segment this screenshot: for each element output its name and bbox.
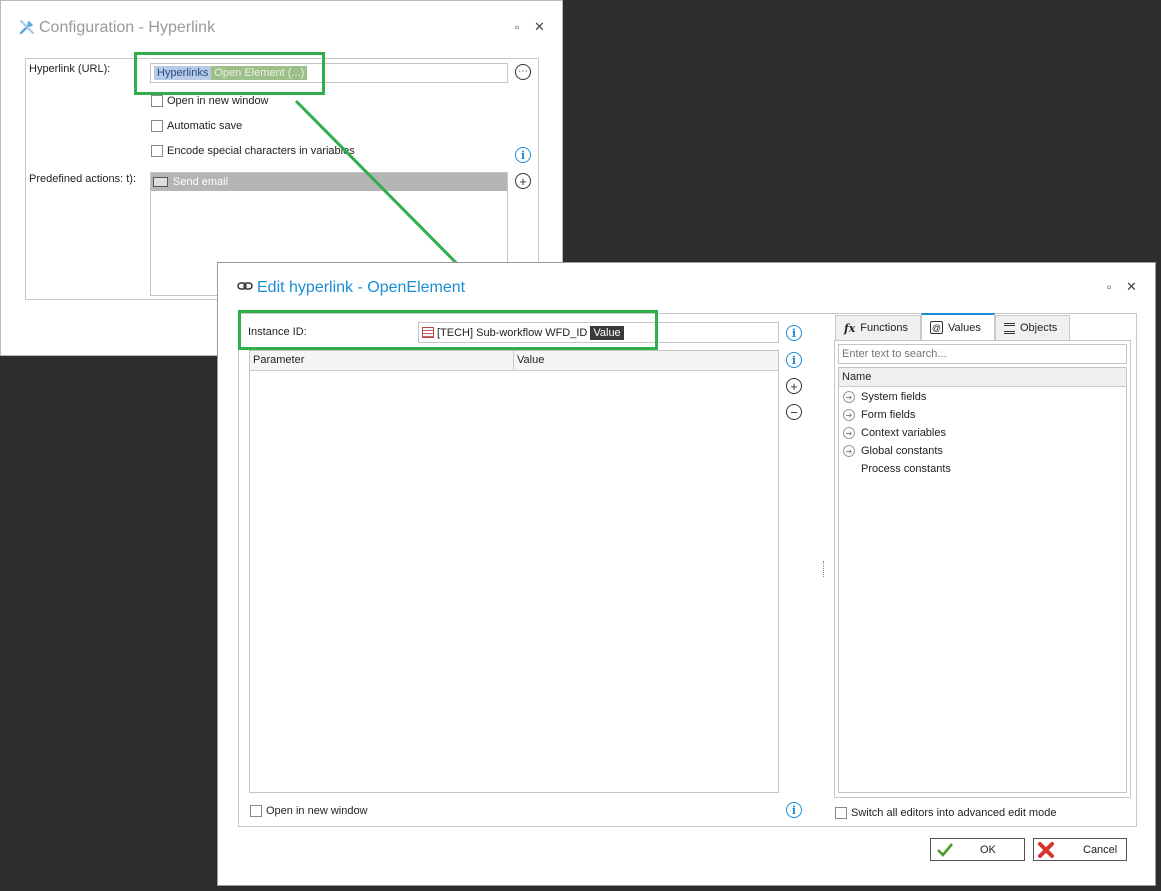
checkmark-icon bbox=[937, 842, 954, 857]
grid-column-parameter[interactable]: Parameter bbox=[250, 351, 514, 370]
close-button[interactable]: ✕ bbox=[1126, 279, 1137, 295]
cancel-label: Cancel bbox=[1083, 843, 1118, 856]
tab-objects-label: Objects bbox=[1020, 322, 1058, 334]
cancel-button[interactable]: Cancel bbox=[1033, 838, 1127, 861]
tab-objects[interactable]: Objects bbox=[995, 315, 1070, 340]
expand-icon[interactable]: ➔ bbox=[843, 427, 855, 439]
tree-item-label: System fields bbox=[861, 391, 927, 403]
tree-item-global-constants[interactable]: ➔ Global constants bbox=[843, 445, 943, 457]
highlight-box bbox=[238, 310, 658, 350]
tree-item-process-constants[interactable]: Process constants bbox=[843, 463, 951, 475]
grid-header: Parameter Value bbox=[250, 351, 778, 371]
edit-title: Edit hyperlink - OpenElement bbox=[257, 279, 466, 296]
add-parameter-icon[interactable]: + bbox=[786, 378, 802, 394]
tree-item-label: Form fields bbox=[861, 409, 916, 421]
values-tree[interactable]: Name ➔ System fields ➔ Form fields ➔ Con… bbox=[838, 367, 1127, 793]
tab-values-label: Values bbox=[948, 321, 981, 334]
grid-column-value[interactable]: Value bbox=[514, 351, 547, 370]
maximize-button[interactable]: ▫ bbox=[1107, 280, 1111, 294]
edit-titlebar: Edit hyperlink - OpenElement ▫ ✕ bbox=[218, 263, 1155, 307]
ok-label: OK bbox=[980, 843, 996, 856]
cancel-icon bbox=[1038, 841, 1054, 858]
tree-item-form-fields[interactable]: ➔ Form fields bbox=[843, 409, 915, 421]
function-icon: fx bbox=[844, 321, 856, 335]
tab-functions[interactable]: fx Functions bbox=[835, 315, 921, 340]
remove-parameter-icon[interactable]: − bbox=[786, 404, 802, 420]
tab-functions-label: Functions bbox=[860, 322, 908, 334]
expand-icon[interactable]: ➔ bbox=[843, 409, 855, 421]
tree-item-label: Context variables bbox=[861, 427, 946, 439]
info-icon[interactable]: i bbox=[786, 325, 802, 341]
splitter-handle[interactable] bbox=[823, 561, 824, 577]
info-icon[interactable]: i bbox=[786, 352, 802, 368]
parameter-grid[interactable]: Parameter Value bbox=[249, 350, 779, 793]
tab-values[interactable]: @ Values bbox=[921, 313, 995, 340]
ok-button[interactable]: OK bbox=[930, 838, 1025, 861]
expand-icon[interactable]: ➔ bbox=[843, 391, 855, 403]
open-new-window-checkbox[interactable] bbox=[250, 805, 262, 817]
search-input[interactable] bbox=[838, 344, 1127, 364]
tree-item-context-variables[interactable]: ➔ Context variables bbox=[843, 427, 946, 439]
tree-item-label: Process constants bbox=[861, 463, 951, 475]
expand-icon[interactable]: ➔ bbox=[843, 445, 855, 457]
open-new-window-label: Open in new window bbox=[266, 805, 368, 817]
advanced-mode-checkbox[interactable] bbox=[835, 807, 847, 819]
tree-header[interactable]: Name bbox=[839, 368, 1126, 387]
objects-icon bbox=[1004, 322, 1015, 334]
values-icon: @ bbox=[930, 321, 943, 334]
link-icon bbox=[237, 282, 253, 290]
tree-item-system-fields[interactable]: ➔ System fields bbox=[843, 391, 926, 403]
edit-hyperlink-dialog: Edit hyperlink - OpenElement ▫ ✕ Instanc… bbox=[217, 262, 1156, 886]
tree-item-label: Global constants bbox=[861, 445, 943, 457]
advanced-mode-label: Switch all editors into advanced edit mo… bbox=[851, 807, 1057, 819]
info-icon[interactable]: i bbox=[786, 802, 802, 818]
